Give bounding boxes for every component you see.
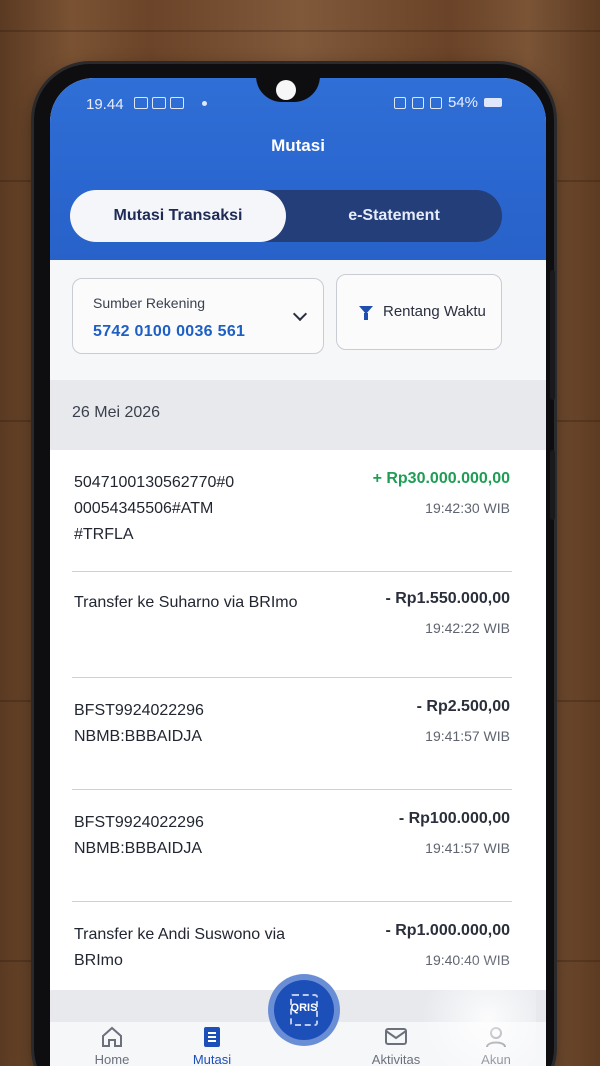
transaction-row[interactable]: 5047100130562770#0 00054345506#ATM #TRFL… <box>72 470 512 572</box>
filter-icon <box>359 306 373 320</box>
volume-button <box>550 270 555 400</box>
filter-section: Sumber Rekening 5742 0100 0036 561 Renta… <box>50 260 546 380</box>
system-status: 54% <box>393 94 502 111</box>
qris-button[interactable]: QRIS <box>274 980 334 1040</box>
transaction-amount: - Rp1.000.000,00 <box>385 922 510 939</box>
transaction-description: BFST9924022296 NBMB:BBBAIDJA <box>74 814 204 857</box>
mail-icon <box>385 1028 407 1045</box>
transaction-amount: - Rp2.500,00 <box>416 698 510 715</box>
document-list-icon <box>204 1027 220 1047</box>
transaction-row[interactable]: Transfer ke Suharno via BRImo - Rp1.550.… <box>72 590 512 678</box>
more-notifications-dot <box>202 101 207 106</box>
transaction-description: Transfer ke Suharno via BRImo <box>74 594 298 611</box>
transaction-row[interactable]: Transfer ke Andi Suswono via BRImo - Rp1… <box>72 922 512 990</box>
battery-icon <box>484 98 502 107</box>
user-icon <box>486 1027 506 1048</box>
nav-home[interactable]: Home <box>72 1026 152 1066</box>
wifi-icon <box>429 96 442 109</box>
battery-percent: 54% <box>447 94 478 111</box>
page-title: Mutasi <box>271 136 325 155</box>
transaction-description: Transfer ke Andi Suswono via BRImo <box>74 926 286 969</box>
date-range-label: Rentang Waktu <box>383 303 486 320</box>
app-screen: 19.44 54% Mutasi Mutasi Transaksi e-Stat… <box>50 78 546 1066</box>
nav-akun-label: Akun <box>481 1052 511 1066</box>
account-label: Sumber Rekening <box>93 295 206 311</box>
transaction-description: BFST9924022296 NBMB:BBBAIDJA <box>74 702 204 745</box>
mute-icon <box>411 96 424 109</box>
date-group-header: 26 Mei 2026 <box>50 380 546 450</box>
tab-bar: Mutasi Transaksi e-Statement <box>70 190 502 242</box>
transaction-list: 5047100130562770#0 00054345506#ATM #TRFL… <box>50 450 546 990</box>
nav-home-label: Home <box>94 1052 130 1066</box>
transaction-amount: + Rp30.000.000,00 <box>372 470 510 487</box>
date-label: 26 Mei 2026 <box>72 404 161 421</box>
notification-icons <box>134 97 184 109</box>
power-button <box>550 450 555 520</box>
account-selector[interactable]: Sumber Rekening 5742 0100 0036 561 <box>72 278 324 354</box>
vpn-icon <box>393 96 406 109</box>
transaction-time: 19:41:57 WIB <box>425 840 510 856</box>
transaction-row[interactable]: BFST9924022296 NBMB:BBBAIDJA - Rp100.000… <box>72 810 512 902</box>
transaction-amount: - Rp100.000,00 <box>398 810 510 827</box>
transaction-row[interactable]: BFST9924022296 NBMB:BBBAIDJA - Rp2.500,0… <box>72 698 512 790</box>
nav-mutasi[interactable]: Mutasi <box>172 1026 252 1066</box>
tab-e-statement[interactable]: e-Statement <box>286 190 502 242</box>
app-header: 19.44 54% Mutasi Mutasi Transaksi e-Stat… <box>50 78 546 260</box>
transaction-time: 19:40:40 WIB <box>425 952 510 968</box>
date-range-button[interactable]: Rentang Waktu <box>336 274 502 350</box>
nav-aktivitas[interactable]: Aktivitas <box>356 1026 436 1066</box>
tab-mutasi-transaksi[interactable]: Mutasi Transaksi <box>70 190 286 242</box>
status-time: 19.44 <box>86 96 124 113</box>
transaction-time: 19:41:57 WIB <box>425 728 510 744</box>
transaction-time: 19:42:30 WIB <box>425 500 510 516</box>
home-icon <box>102 1026 122 1047</box>
front-camera <box>276 80 296 100</box>
nav-akun[interactable]: Akun <box>456 1026 536 1066</box>
account-number: 5742 0100 0036 561 <box>93 323 246 340</box>
chevron-down-icon <box>292 306 308 322</box>
message-icon <box>170 97 184 109</box>
transaction-description: 5047100130562770#0 00054345506#ATM #TRFL… <box>74 474 235 543</box>
message-icon <box>152 97 166 109</box>
qris-label: QRIS <box>290 1002 318 1014</box>
transaction-amount: - Rp1.550.000,00 <box>385 590 510 607</box>
nav-mutasi-label: Mutasi <box>192 1052 232 1066</box>
nav-aktivitas-label: Aktivitas <box>371 1052 421 1066</box>
transaction-time: 19:42:22 WIB <box>425 620 510 636</box>
message-icon <box>134 97 148 109</box>
